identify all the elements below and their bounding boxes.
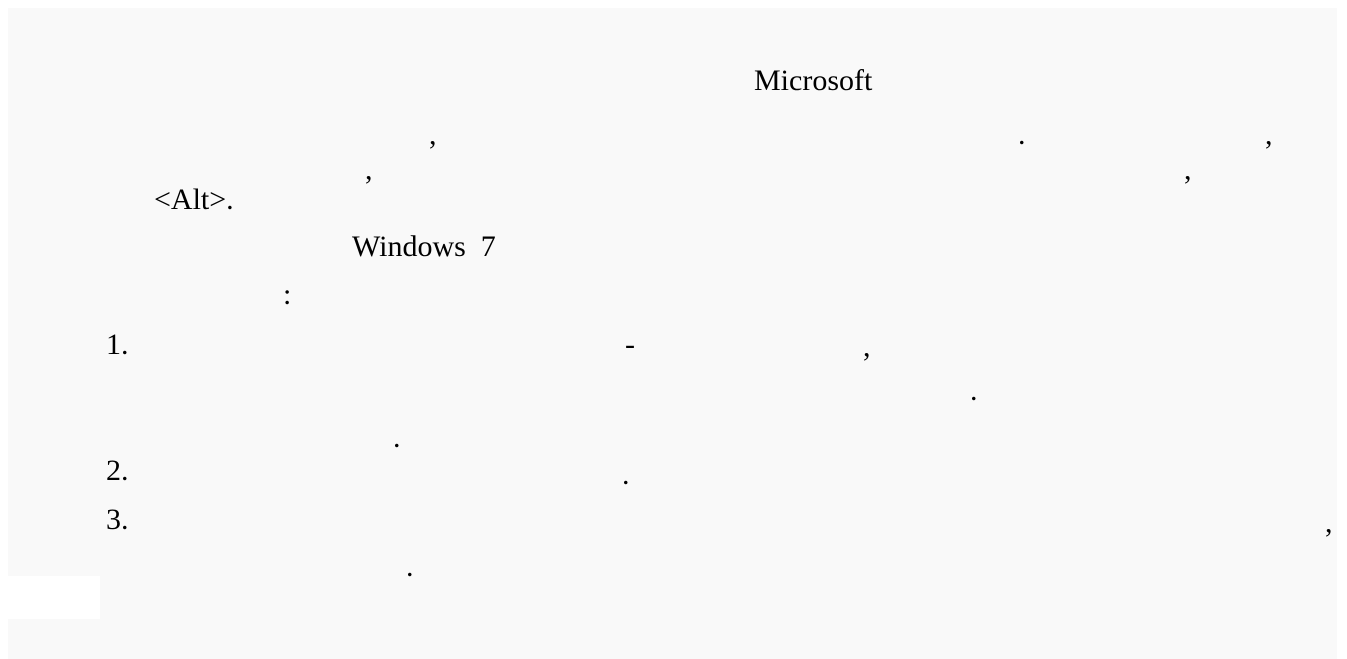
document-page: Microsoft , . , , , <Alt>. Windows 7 : 1… bbox=[8, 8, 1337, 659]
punct-comma: , bbox=[1184, 153, 1192, 186]
punct-period: . bbox=[406, 550, 414, 583]
text-windows-version: Windows 7 bbox=[352, 230, 496, 263]
punct-comma: , bbox=[1265, 118, 1273, 151]
punct-dash: - bbox=[625, 328, 635, 361]
list-item-number: 2. bbox=[106, 454, 129, 487]
punct-colon: : bbox=[283, 278, 292, 311]
page-corner-notch bbox=[8, 576, 100, 619]
punct-comma: , bbox=[863, 330, 871, 363]
list-item-number: 1. bbox=[106, 328, 129, 361]
punct-period: . bbox=[1018, 118, 1026, 151]
text-microsoft: Microsoft bbox=[754, 64, 873, 97]
punct-period: . bbox=[622, 458, 630, 491]
punct-comma: , bbox=[1325, 506, 1333, 539]
punct-period: . bbox=[393, 421, 401, 454]
text-alt-key: <Alt>. bbox=[154, 183, 234, 216]
list-item-number: 3. bbox=[106, 503, 129, 536]
punct-comma: , bbox=[365, 153, 373, 186]
punct-comma: , bbox=[429, 118, 437, 151]
punct-period: . bbox=[970, 374, 978, 407]
